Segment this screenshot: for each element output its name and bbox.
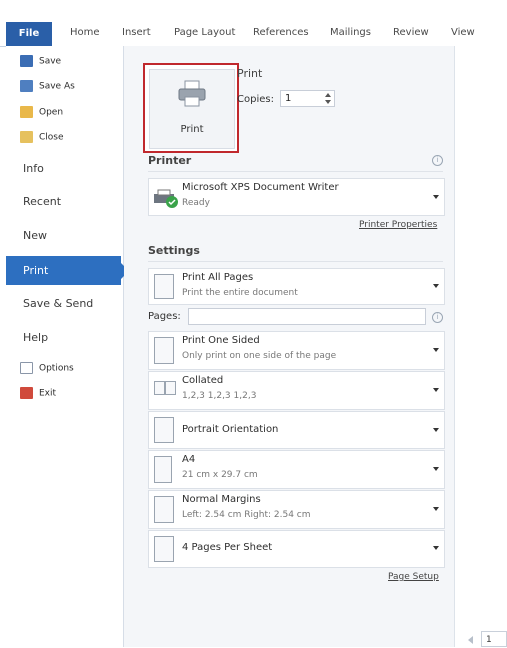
pages-info-icon[interactable]: i [432,312,443,323]
printer-status: Ready [182,198,210,208]
chevron-down-icon [433,195,439,199]
pages-input[interactable] [188,308,426,325]
printer-properties-link[interactable]: Printer Properties [359,220,437,230]
portrait-icon [154,417,174,443]
paper-icon [154,456,172,483]
backstage-nav: Save Save As Open Close Info Recent New … [6,46,129,647]
print-button-face: Print [149,69,235,149]
per-sheet-label: 4 Pages Per Sheet [182,542,273,553]
chevron-down-icon [433,284,439,288]
collate-title: Collated [182,375,224,386]
print-button[interactable]: Print [143,63,239,153]
print-preview-pane: 1 [454,46,507,647]
nav-options[interactable]: Options [20,362,74,374]
collate-icon [165,381,176,395]
options-icon [20,362,33,374]
sides-dropdown[interactable]: Print One Sided Only print on one side o… [148,331,445,370]
tab-review[interactable]: Review [393,27,429,38]
pages-icon [154,274,174,299]
sides-desc: Only print on one side of the page [182,351,337,361]
paper-size-dropdown[interactable]: A4 21 cm x 29.7 cm [148,450,445,489]
printer-header: Printer [148,154,192,167]
print-range-desc: Print the entire document [182,288,298,298]
nav-save-as-label: Save As [39,81,75,92]
printer-info-icon[interactable]: i [432,155,443,166]
sides-title: Print One Sided [182,335,260,346]
print-range-title: Print All Pages [182,272,254,283]
tab-references[interactable]: References [253,27,309,38]
close-folder-icon [20,131,33,143]
nav-save[interactable]: Save [20,55,61,67]
chevron-down-icon [433,546,439,550]
chevron-down-icon [433,348,439,352]
nav-close[interactable]: Close [20,131,64,143]
tab-insert[interactable]: Insert [122,27,151,38]
nav-save-label: Save [39,56,62,67]
tab-view[interactable]: View [451,27,475,38]
printer-icon [178,80,206,107]
orientation-dropdown[interactable]: Portrait Orientation [148,411,445,449]
page-setup-link[interactable]: Page Setup [388,572,439,582]
printer-device-icon [154,189,178,208]
print-range-dropdown[interactable]: Print All Pages Print the entire documen… [148,268,445,305]
chevron-down-icon [433,467,439,471]
print-button-label: Print [180,124,204,135]
chevron-down-icon [433,428,439,432]
nav-recent[interactable]: Recent [23,195,61,208]
collate-desc: 1,2,3 1,2,3 1,2,3 [182,391,257,401]
copies-value: 1 [285,93,292,104]
paper-desc: 21 cm x 29.7 cm [182,470,258,480]
nav-info[interactable]: Info [23,162,44,175]
nav-options-label: Options [39,363,74,374]
nav-save-as[interactable]: Save As [20,80,75,92]
nav-new[interactable]: New [23,229,47,242]
collate-icon [154,381,165,395]
divider [148,261,443,262]
printer-dropdown[interactable]: Microsoft XPS Document Writer Ready [148,178,445,216]
orientation-label: Portrait Orientation [182,424,279,435]
nav-exit-label: Exit [39,388,57,399]
margins-icon [154,496,174,523]
prev-page-icon[interactable] [468,636,473,644]
nav-print-selected[interactable]: Print [6,256,129,285]
save-as-icon [20,80,33,92]
exit-icon [20,387,33,399]
spin-down-icon[interactable] [325,100,331,104]
copies-spinner[interactable]: 1 [280,90,335,107]
chevron-down-icon [433,388,439,392]
collation-dropdown[interactable]: Collated 1,2,3 1,2,3 1,2,3 [148,371,445,410]
nav-close-label: Close [39,132,64,143]
nav-exit[interactable]: Exit [20,387,56,399]
margins-dropdown[interactable]: Normal Margins Left: 2.54 cm Right: 2.54… [148,490,445,529]
tab-mailings[interactable]: Mailings [330,27,371,38]
pages-label: Pages: [148,311,181,322]
copies-label: Copies: [237,94,274,105]
nav-help[interactable]: Help [23,331,48,344]
nav-open-label: Open [39,107,64,118]
print-header: Print [237,67,263,80]
tab-home[interactable]: Home [70,27,100,38]
divider [148,171,443,172]
margins-desc: Left: 2.54 cm Right: 2.54 cm [182,510,311,520]
pages-per-sheet-dropdown[interactable]: 4 Pages Per Sheet [148,530,445,568]
margins-title: Normal Margins [182,494,261,505]
save-icon [20,55,33,67]
nav-save-send[interactable]: Save & Send [23,297,93,310]
paper-title: A4 [182,454,196,465]
tab-file[interactable]: File [6,22,52,46]
chevron-down-icon [433,507,439,511]
nav-print-label: Print [23,264,49,277]
page-number-field[interactable]: 1 [481,631,507,647]
printer-name: Microsoft XPS Document Writer [182,182,339,193]
one-sided-icon [154,337,174,364]
ribbon-tab-bar: File Home Insert Page Layout References … [0,18,507,47]
folder-icon [20,106,33,118]
pages-per-sheet-icon [154,536,174,562]
tab-page-layout[interactable]: Page Layout [174,27,235,38]
nav-open[interactable]: Open [20,106,63,118]
settings-header: Settings [148,244,200,257]
spin-up-icon[interactable] [325,93,331,97]
